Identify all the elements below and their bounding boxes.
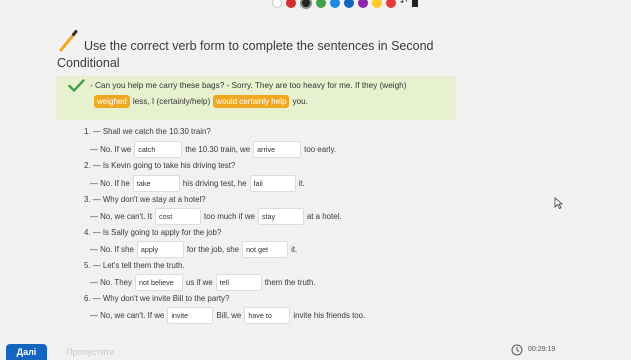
example-sentence: - Can you help me carry these bags? - So…	[90, 81, 407, 90]
task-title-line2: Conditional	[57, 56, 120, 70]
task-title-line1: Use the correct verb form to complete th…	[84, 39, 434, 53]
tool-icon[interactable]	[411, 0, 418, 7]
color-green[interactable]	[316, 0, 326, 8]
answer-text: — No, we can't. If we	[90, 310, 165, 320]
question-4: 4. — Is Sally going to apply for the job…	[84, 227, 222, 237]
example-answer-2: would certainly help	[213, 94, 290, 108]
answer-text: them the truth.	[264, 277, 316, 287]
answer-text: for the job, she	[186, 244, 240, 254]
answer-text: us if we	[185, 277, 213, 287]
answer-field[interactable]: catch	[134, 140, 183, 158]
answer-text: too much if we	[204, 211, 255, 221]
example-answer-1: weighed	[94, 94, 130, 108]
clock-icon	[511, 344, 523, 356]
answer-text: his driving test, he	[182, 178, 247, 188]
answer-field[interactable]: fail	[249, 174, 296, 192]
answer-field[interactable]: have to	[244, 306, 291, 324]
answer-text: it.	[298, 178, 305, 188]
question-2: 2. — Is Kevin going to take his driving …	[84, 160, 236, 170]
next-button[interactable]: Далі	[6, 344, 47, 360]
answer-field[interactable]: invite	[167, 306, 214, 324]
color-dark-blue[interactable]	[344, 0, 354, 8]
answer-row-6: — No, we can't. If we invite Bill, we ha…	[90, 306, 365, 324]
color-purple[interactable]	[358, 0, 368, 8]
question-3: 3. — Why don't we stay at a hotel?	[84, 194, 206, 204]
answer-text: — No, we can't. It	[90, 211, 153, 221]
example-end-text: you.	[292, 96, 308, 106]
color-white[interactable]	[272, 0, 282, 8]
color-palette: ↶	[272, 0, 418, 9]
answer-text: — No. If she	[90, 244, 134, 254]
color-blue[interactable]	[330, 0, 340, 8]
answer-text: the 10.30 train, we	[185, 144, 251, 154]
color-light-red[interactable]	[386, 0, 396, 8]
answer-field[interactable]: cost	[155, 207, 202, 225]
cursor-icon	[554, 197, 563, 209]
answer-field[interactable]: apply	[136, 240, 184, 258]
answer-text: — No. If we	[90, 144, 132, 154]
answer-field[interactable]: tell	[215, 273, 262, 291]
answer-field[interactable]: not believe	[134, 273, 183, 291]
skip-link[interactable]: Пропустити	[66, 347, 115, 357]
answer-field[interactable]: arrive	[253, 140, 302, 158]
answer-text: Bill, we	[216, 310, 242, 320]
color-red[interactable]	[286, 0, 296, 8]
answer-text: — No. If he	[90, 178, 130, 188]
answer-text: too early.	[304, 144, 337, 154]
check-icon	[68, 79, 85, 92]
answer-field[interactable]: not get	[242, 240, 289, 258]
answer-field[interactable]: stay	[257, 207, 304, 225]
color-black-selected[interactable]	[300, 0, 312, 9]
timer: 00:29:19	[528, 346, 556, 353]
example-mid-text: less, I (certainly/help)	[132, 96, 211, 106]
answer-field[interactable]: take	[132, 174, 180, 192]
task-title: Use the correct verb form to complete th…	[57, 38, 477, 72]
answer-text: — No. They	[90, 277, 132, 287]
answer-text: at a hotel.	[306, 211, 342, 221]
answer-text: invite his friends too.	[293, 310, 366, 320]
question-5: 5. — Let's tell them the truth.	[84, 260, 185, 270]
answer-text: it.	[291, 244, 298, 254]
bottom-bar: Далі Пропустити 00:29:19	[0, 340, 631, 360]
undo-icon[interactable]: ↶	[400, 0, 408, 7]
example-box: - Can you help me carry these bags? - So…	[56, 76, 456, 120]
question-1: 1. — Shall we catch the 10.30 train?	[84, 126, 211, 136]
question-6: 6. — Why don't we invite Bill to the par…	[84, 293, 230, 303]
color-yellow[interactable]	[372, 0, 382, 8]
example-answer-line: weighed less, I (certainly/help) would c…	[94, 93, 308, 109]
